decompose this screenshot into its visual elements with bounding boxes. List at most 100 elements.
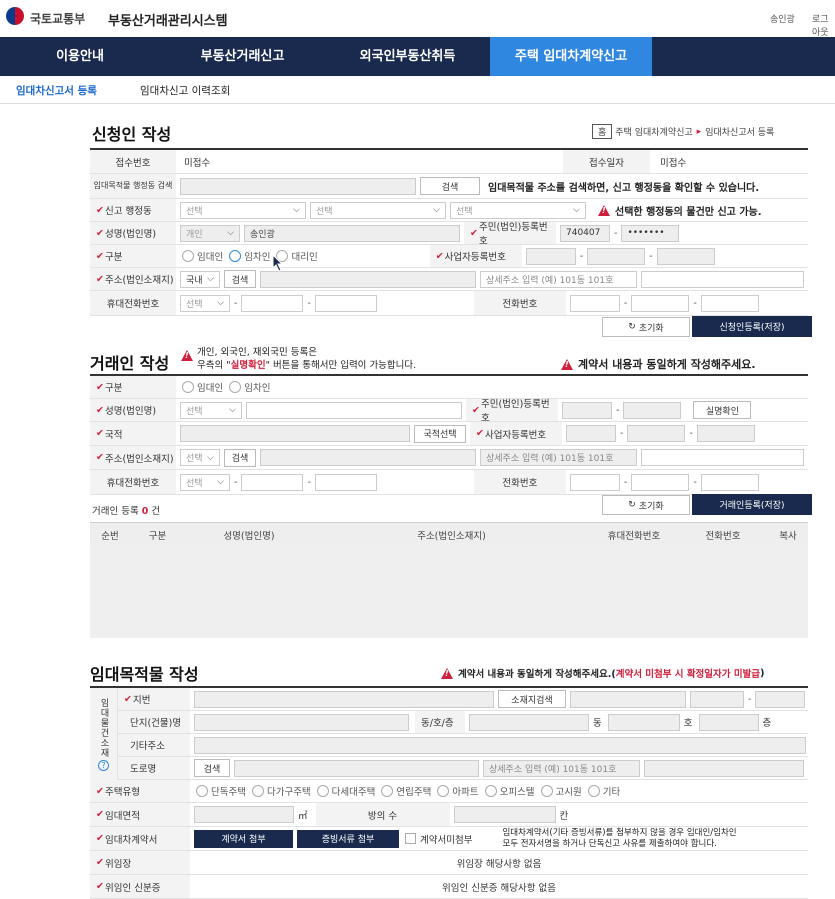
rrn-back-input[interactable]: ••••••• (621, 224, 680, 242)
party-note-line1: 개인, 외국인, 재외국민 등록은 (197, 347, 317, 358)
address-detail-input[interactable]: 상세주소 입력 (예) 101동 101호 (480, 270, 637, 288)
nation-select-button[interactable]: 국적선택 (414, 424, 466, 443)
house-type-multiplex[interactable]: 다세대주택 (316, 784, 375, 798)
admin-search-hint: 임대목적물 주소를 검색하면, 신고 행정동을 확인할 수 있습니다. (488, 182, 760, 194)
bizno-2-input[interactable] (587, 247, 646, 265)
nav-foreigner-acquisition[interactable]: 외국인부동산취득 (325, 37, 490, 76)
applicant-name-input[interactable]: 송인광 (244, 224, 460, 242)
house-type-detached[interactable]: 단독주택 (196, 784, 246, 798)
floor-input[interactable] (698, 713, 759, 731)
address-main-input[interactable] (260, 270, 476, 288)
party-mobile-last-input[interactable] (314, 473, 377, 491)
nav-guide[interactable]: 이용안내 (0, 37, 160, 76)
subnav-lease-register[interactable]: 임대차신고서 등록 (16, 83, 97, 98)
party-address-extra-input[interactable] (641, 449, 804, 466)
party-phone-2-input[interactable] (631, 473, 690, 491)
rooms-input[interactable] (453, 806, 556, 823)
party-rrn-label: 주민(법인)등록번호 (480, 399, 550, 424)
radio-lessor[interactable]: 임대인 (182, 249, 223, 263)
col-name: 성명(법인명) (223, 530, 275, 542)
nav-real-estate-report[interactable]: 부동산거래신고 (160, 37, 325, 76)
address-search-button[interactable]: 검색 (224, 270, 256, 288)
applicant-reset-button[interactable]: ↻ 초기화 (602, 317, 690, 337)
radio-lessee[interactable]: 임차인 (229, 249, 270, 263)
party-bizno-1-input[interactable] (566, 425, 616, 442)
subnav-lease-history[interactable]: 임대차신고 이력조회 (140, 83, 230, 98)
no-attach-checkbox[interactable] (405, 833, 416, 844)
admin-search-button[interactable]: 검색 (420, 177, 480, 195)
house-type-multi-household[interactable]: 다가구주택 (251, 784, 311, 798)
address-country-select[interactable]: 국내 (180, 270, 220, 288)
applicant-type-label: 구분 (104, 252, 123, 263)
party-mobile-mid-input[interactable] (241, 473, 304, 491)
system-title[interactable]: 부동산거래관리시스템 (108, 10, 228, 29)
lot-label: 지번 (132, 695, 151, 706)
mobile-prefix-select[interactable]: 선택 (180, 294, 230, 312)
party-address-country-select[interactable]: 선택 (180, 449, 220, 466)
location-search-button[interactable]: 소재지검색 (498, 690, 566, 708)
party-nation-input[interactable] (180, 425, 410, 442)
party-reset-button[interactable]: ↻ 초기화 (602, 495, 690, 515)
lot-main-no-input[interactable] (690, 690, 744, 708)
party-radio-lessor[interactable]: 임대인 (182, 380, 223, 394)
help-icon[interactable]: ? (98, 759, 109, 771)
dong-select[interactable]: 선택 (450, 201, 586, 219)
person-type-select[interactable]: 개인 (180, 224, 240, 242)
sigungu-select[interactable]: 선택 (310, 201, 446, 219)
phone-3-input[interactable] (700, 294, 759, 312)
bizno-1-input[interactable] (525, 247, 576, 265)
party-mobile-prefix-select[interactable]: 선택 (180, 473, 230, 491)
road-main-input[interactable] (234, 759, 479, 777)
house-type-row-house[interactable]: 연립주택 (381, 784, 431, 798)
logout-link[interactable]: 로그아웃 (812, 12, 835, 38)
admin-address-input[interactable] (180, 177, 416, 195)
party-person-type-select[interactable]: 선택 (180, 401, 242, 419)
party-address-detail-input[interactable]: 상세주소 입력 (예) 101동 101호 (480, 449, 637, 466)
mobile-mid-input[interactable] (241, 294, 304, 312)
party-address-main-input[interactable] (260, 449, 476, 466)
road-extra-input[interactable] (644, 759, 804, 777)
applicant-save-button[interactable]: 신청인등록(저장) (692, 316, 812, 337)
party-name-input[interactable] (246, 401, 462, 419)
party-address-search-button[interactable]: 검색 (224, 448, 256, 467)
bizno-3-input[interactable] (656, 247, 715, 265)
party-bizno-label: 사업자등록번호 (484, 429, 547, 441)
phone-1-input[interactable] (569, 294, 620, 312)
sido-select[interactable]: 선택 (180, 201, 306, 219)
party-rrn-back-input[interactable] (623, 401, 682, 419)
phone-2-input[interactable] (631, 294, 690, 312)
breadcrumb-home[interactable]: 홈 (592, 124, 613, 139)
house-type-officetel[interactable]: 오피스텔 (484, 784, 535, 798)
party-phone-3-input[interactable] (700, 473, 759, 491)
house-type-apartment[interactable]: 아파트 (437, 784, 479, 798)
etc-address-input[interactable] (194, 736, 806, 754)
dong-input[interactable] (469, 713, 589, 731)
address-extra-input[interactable] (641, 270, 804, 288)
road-detail-input[interactable]: 상세주소 입력 (예) 101동 101호 (483, 759, 640, 777)
warning-icon (598, 204, 610, 216)
party-save-button[interactable]: 거래인등록(저장) (692, 494, 812, 515)
lot-sub-input[interactable] (570, 690, 686, 708)
party-radio-lessee[interactable]: 임차인 (229, 380, 270, 394)
house-type-gosiwon[interactable]: 고시원 (540, 784, 582, 798)
party-rrn-front-input[interactable] (562, 401, 612, 419)
verify-name-button[interactable]: 실명확인 (693, 401, 752, 419)
house-type-other[interactable]: 기타 (587, 784, 620, 798)
nav-lease-report[interactable]: 주택 임대차계약신고 (490, 37, 652, 76)
ho-unit: 호 (683, 718, 693, 729)
area-input[interactable] (194, 806, 294, 823)
party-bizno-2-input[interactable] (627, 425, 686, 442)
road-search-button[interactable]: 검색 (194, 759, 230, 777)
mobile-last-input[interactable] (314, 294, 377, 312)
attach-proof-button[interactable]: 증빙서류 첨부 (297, 829, 399, 848)
party-phone-1-input[interactable] (569, 473, 620, 491)
ho-input[interactable] (607, 713, 680, 731)
lot-input[interactable] (194, 690, 494, 708)
party-bizno-3-input[interactable] (696, 425, 755, 442)
sub-nav: 임대차신고서 등록 임대차신고 이력조회 (0, 76, 835, 104)
receipt-date-value: 미접수 (660, 157, 687, 169)
lot-sub-no-input[interactable] (755, 690, 806, 708)
attach-contract-button[interactable]: 계약서 첨부 (194, 829, 293, 848)
rrn-front-input[interactable]: 740407 (560, 224, 610, 242)
complex-name-input[interactable] (194, 713, 409, 731)
